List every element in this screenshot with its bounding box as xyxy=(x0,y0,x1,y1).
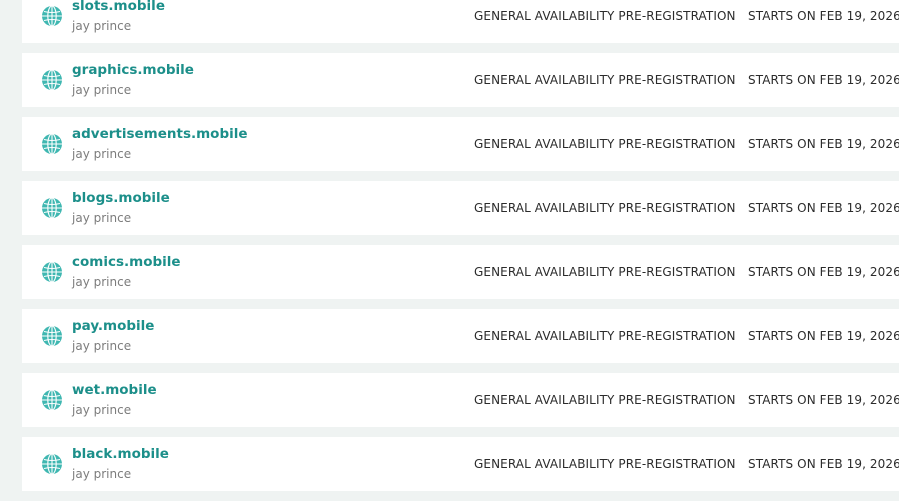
start-date: STARTS ON FEB 19, 2026 xyxy=(748,9,899,23)
registration-phase: GENERAL AVAILABILITY PRE-REGISTRATION xyxy=(474,137,736,151)
domain-owner: jay prince xyxy=(72,211,132,225)
registration-phase: GENERAL AVAILABILITY PRE-REGISTRATION xyxy=(474,329,736,343)
domain-owner: jay prince xyxy=(72,275,132,289)
domain-list: slots.mobile jay prince GENERAL AVAILABI… xyxy=(22,0,899,501)
domain-row[interactable]: blogs.mobile jay prince GENERAL AVAILABI… xyxy=(22,181,899,235)
registration-phase: GENERAL AVAILABILITY PRE-REGISTRATION xyxy=(474,73,736,87)
start-date: STARTS ON FEB 19, 2026 xyxy=(748,137,899,151)
domain-name-link[interactable]: pay.mobile xyxy=(72,318,154,334)
domain-name-link[interactable]: advertisements.mobile xyxy=(72,126,248,142)
domain-row[interactable]: graphics.mobile jay prince GENERAL AVAIL… xyxy=(22,53,899,107)
start-date: STARTS ON FEB 19, 2026 xyxy=(748,329,899,343)
registration-phase: GENERAL AVAILABILITY PRE-REGISTRATION xyxy=(474,393,736,407)
domain-owner: jay prince xyxy=(72,339,132,353)
registration-phase: GENERAL AVAILABILITY PRE-REGISTRATION xyxy=(474,201,736,215)
domain-row[interactable]: slots.mobile jay prince GENERAL AVAILABI… xyxy=(22,0,899,43)
globe-icon xyxy=(42,69,62,91)
globe-icon xyxy=(42,261,62,283)
domain-row[interactable]: pay.mobile jay prince GENERAL AVAILABILI… xyxy=(22,309,899,363)
start-date: STARTS ON FEB 19, 2026 xyxy=(748,393,899,407)
domain-name-link[interactable]: graphics.mobile xyxy=(72,62,194,78)
globe-icon xyxy=(42,133,62,155)
domain-row[interactable]: wet.mobile jay prince GENERAL AVAILABILI… xyxy=(22,373,899,427)
domain-name-link[interactable]: black.mobile xyxy=(72,446,169,462)
domain-row[interactable]: black.mobile jay prince GENERAL AVAILABI… xyxy=(22,437,899,491)
domain-row[interactable]: comics.mobile jay prince GENERAL AVAILAB… xyxy=(22,245,899,299)
domain-row[interactable]: advertisements.mobile jay prince GENERAL… xyxy=(22,117,899,171)
globe-icon xyxy=(42,325,62,347)
start-date: STARTS ON FEB 19, 2026 xyxy=(748,201,899,215)
globe-icon xyxy=(42,453,62,475)
globe-icon xyxy=(42,5,62,27)
globe-icon xyxy=(42,389,62,411)
domain-name-link[interactable]: wet.mobile xyxy=(72,382,157,398)
domain-owner: jay prince xyxy=(72,403,132,417)
start-date: STARTS ON FEB 19, 2026 xyxy=(748,73,899,87)
domain-owner: jay prince xyxy=(72,467,132,481)
registration-phase: GENERAL AVAILABILITY PRE-REGISTRATION xyxy=(474,265,736,279)
start-date: STARTS ON FEB 19, 2026 xyxy=(748,457,899,471)
registration-phase: GENERAL AVAILABILITY PRE-REGISTRATION xyxy=(474,9,736,23)
domain-owner: jay prince xyxy=(72,147,132,161)
domain-name-link[interactable]: blogs.mobile xyxy=(72,190,170,206)
domain-name-link[interactable]: slots.mobile xyxy=(72,0,165,14)
start-date: STARTS ON FEB 19, 2026 xyxy=(748,265,899,279)
domain-owner: jay prince xyxy=(72,19,132,33)
registration-phase: GENERAL AVAILABILITY PRE-REGISTRATION xyxy=(474,457,736,471)
domain-owner: jay prince xyxy=(72,83,132,97)
domain-name-link[interactable]: comics.mobile xyxy=(72,254,181,270)
globe-icon xyxy=(42,197,62,219)
